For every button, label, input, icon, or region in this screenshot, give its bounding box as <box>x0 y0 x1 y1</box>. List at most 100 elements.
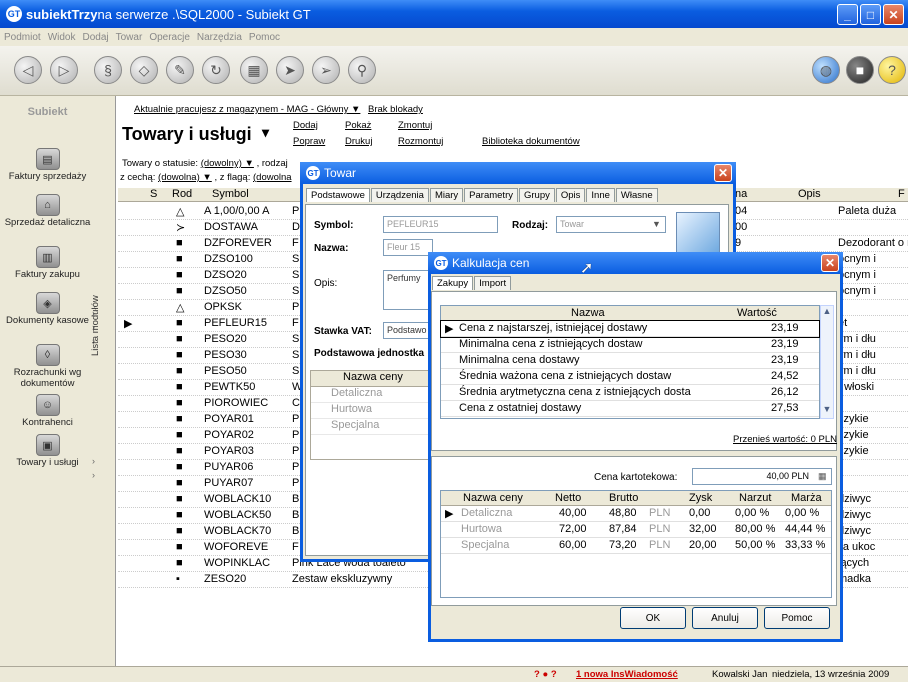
tab-zakupy[interactable]: Zakupy <box>432 276 474 290</box>
menu-podmiot[interactable]: Podmiot <box>4 32 41 43</box>
library-link[interactable]: Biblioteka dokumentów <box>482 136 580 147</box>
col-f[interactable]: F <box>898 188 905 200</box>
document-icon[interactable]: § <box>94 56 122 84</box>
purchase-row[interactable]: Minimalna cena z istniejących dostaw 23,1… <box>441 337 819 353</box>
refresh-icon[interactable]: ↻ <box>202 56 230 84</box>
nazwa-input[interactable]: Fleur 15 <box>383 239 433 256</box>
col-s[interactable]: S <box>150 188 157 200</box>
tab-podstawowe[interactable]: Podstawowe <box>306 188 370 202</box>
menu-operacje[interactable]: Operacje <box>149 32 190 43</box>
col-opis[interactable]: Opis <box>798 188 821 200</box>
add-link[interactable]: Dodaj <box>293 120 318 131</box>
status-filter-value[interactable]: (dowolny) ▼ <box>201 158 254 169</box>
vat-select[interactable]: Podstawo <box>383 322 433 339</box>
maximize-button[interactable]: □ <box>860 4 881 25</box>
help-icon[interactable]: ? <box>878 56 906 84</box>
scroll-up-icon[interactable]: ▲ <box>821 306 833 320</box>
kalkulacja-close-button[interactable]: ✕ <box>821 254 839 272</box>
send-icon[interactable]: ➤ <box>276 56 304 84</box>
col-nazwa-ceny[interactable]: Nazwa ceny <box>463 492 523 504</box>
tab-miary[interactable]: Miary <box>429 188 464 202</box>
col-netto[interactable]: Netto <box>555 492 581 504</box>
nav-item-dokumenty-kasowe[interactable]: ◈ Dokumenty kasowe <box>0 292 95 326</box>
transfer-value-link[interactable]: Przenieś wartość: 0 PLN <box>733 434 837 445</box>
back-icon[interactable]: ◁ <box>14 56 42 84</box>
col-symbol[interactable]: Symbol <box>212 188 249 200</box>
tab-wlasne[interactable]: Własne <box>615 188 658 202</box>
card-price-input[interactable]: 40,00 PLN <box>692 468 832 485</box>
nav-item-sprzedaz-detaliczna[interactable]: ⌂ Sprzedaż detaliczna <box>0 194 95 228</box>
close-button[interactable]: ✕ <box>883 4 904 25</box>
col-brutto[interactable]: Brutto <box>609 492 638 504</box>
menu-widok[interactable]: Widok <box>48 32 76 43</box>
rodzaj-select[interactable]: Towar <box>556 216 666 233</box>
symbol-input[interactable]: PEFLEUR15 <box>383 216 498 233</box>
menu-dodaj[interactable]: Dodaj <box>82 32 108 43</box>
chevron-right-icon[interactable]: › <box>92 470 95 480</box>
price-name-row[interactable]: Detaliczna <box>311 387 429 403</box>
col-zysk[interactable]: Zysk <box>689 492 712 504</box>
box-icon[interactable]: ■ <box>846 56 874 84</box>
col-narzut[interactable]: Narzut <box>739 492 771 504</box>
tab-inne[interactable]: Inne <box>586 188 615 202</box>
show-link[interactable]: Pokaż <box>345 120 371 131</box>
purchase-row[interactable]: ▶ Cena z najstarszej, istniejącej dostawy… <box>440 320 820 338</box>
towar-close-button[interactable]: ✕ <box>714 164 732 182</box>
price-row[interactable]: Specjalna 60,00 73,20 PLN 20,00 50,00 % 33,33 … <box>441 538 831 554</box>
chevron-down-icon[interactable]: ▾ <box>262 124 269 141</box>
scroll-down-icon[interactable]: ▼ <box>821 404 833 418</box>
flag-filter-value[interactable]: (dowolna <box>253 172 292 183</box>
purchase-row[interactable]: Średnia ważona cena z istniejących dosta… <box>441 369 819 385</box>
tab-import[interactable]: Import <box>474 276 512 290</box>
col-marza[interactable]: Marża <box>791 492 822 504</box>
eraser-icon[interactable]: ◇ <box>130 56 158 84</box>
nav-item-kontrahenci[interactable]: ☺ Kontrahenci <box>0 394 95 428</box>
forward-icon[interactable]: ▷ <box>50 56 78 84</box>
chevron-down-icon[interactable]: ▼ <box>652 219 661 229</box>
price-name-row[interactable]: Hurtowa <box>311 403 429 419</box>
tab-urzadzenia[interactable]: Urządzenia <box>370 188 429 202</box>
chevron-right-icon[interactable]: › <box>92 456 95 466</box>
ok-button[interactable]: OK <box>620 607 686 629</box>
receive-icon[interactable]: ➢ <box>312 56 340 84</box>
calculator-icon[interactable]: ▦ <box>818 471 827 482</box>
modules-list-tab[interactable]: Lista modułów <box>90 256 108 396</box>
price-row[interactable]: Hurtowa 72,00 87,84 PLN 32,00 80,00 % 44,44 % <box>441 522 831 538</box>
purchase-row[interactable]: Średnia arytmetyczna cena z istniejących… <box>441 385 819 401</box>
nav-item-faktury-sprzedazy[interactable]: ▤ Faktury sprzedaży <box>0 148 95 182</box>
edit-link[interactable]: Popraw <box>293 136 325 147</box>
disassemble-link[interactable]: Rozmontuj <box>398 136 443 147</box>
opis-textarea[interactable]: Perfumy <box>383 270 433 310</box>
col-cena[interactable]: na <box>735 188 747 200</box>
col-rod[interactable]: Rod <box>172 188 192 200</box>
lock-link[interactable]: Brak blokady <box>368 104 423 115</box>
search-icon[interactable]: ⚲ <box>348 56 376 84</box>
minimize-button[interactable]: _ <box>837 4 858 25</box>
globe-icon[interactable]: ◍ <box>812 56 840 84</box>
nav-item-rozrachunki[interactable]: ◊ Rozrachunki wg dokumentów <box>0 344 95 389</box>
warehouse-link[interactable]: Aktualnie pracujesz z magazynem - MAG - … <box>134 104 360 115</box>
notice-link[interactable]: 1 nowa InsWiadomość <box>576 669 678 680</box>
help-badge[interactable]: ? ● ? <box>534 669 557 680</box>
pen-icon[interactable]: ✎ <box>166 56 194 84</box>
nav-item-faktury-zakupu[interactable]: ▥ Faktury zakupu <box>0 246 95 280</box>
col-wartosc[interactable]: Wartość <box>737 307 777 319</box>
tab-opis[interactable]: Opis <box>555 188 586 202</box>
menu-pomoc[interactable]: Pomoc <box>249 32 280 43</box>
assemble-link[interactable]: Zmontuj <box>398 120 432 131</box>
feature-filter-value[interactable]: (dowolna) ▼ <box>158 172 212 183</box>
purchase-row[interactable]: Cena z ostatniej dostawy 27,53 <box>441 401 819 417</box>
tab-grupy[interactable]: Grupy <box>519 188 555 202</box>
tab-parametry[interactable]: Parametry <box>464 188 518 202</box>
price-row[interactable]: ▶ Detaliczna 40,00 48,80 PLN 0,00 0,00 % 0,00 % <box>441 506 831 522</box>
purchase-scrollbar[interactable]: ▲ ▼ <box>820 305 834 419</box>
col-nazwa[interactable]: Nazwa <box>571 307 605 319</box>
price-name-row[interactable]: Specjalna <box>311 419 429 435</box>
menu-towar[interactable]: Towar <box>116 32 143 43</box>
help-button[interactable]: Pomoc <box>764 607 830 629</box>
purchase-row[interactable]: Minimalna cena dostawy 23,19 <box>441 353 819 369</box>
nav-item-towary[interactable]: ▣ Towary i usługi <box>0 434 95 468</box>
menu-narzedzia[interactable]: Narzędzia <box>197 32 242 43</box>
print-link[interactable]: Drukuj <box>345 136 372 147</box>
cancel-button[interactable]: Anuluj <box>692 607 758 629</box>
